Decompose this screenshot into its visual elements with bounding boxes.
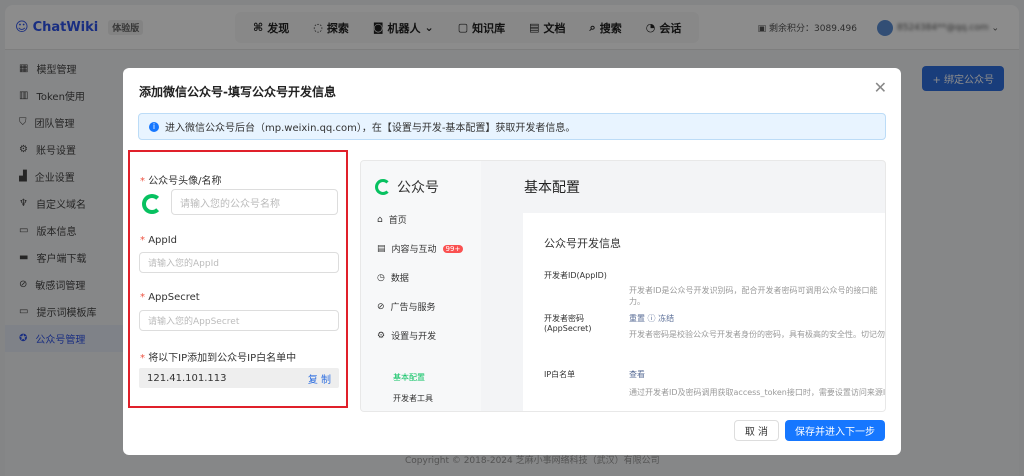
preview-brand: 公众号: [397, 180, 439, 196]
ip-field: 121.41.101.113 复 制: [139, 368, 339, 388]
preview-menu-item: 广告与服务: [390, 303, 436, 313]
preview-label: 开发者密码(AppSecret): [544, 314, 592, 333]
preview-menu-item: 设置与开发: [391, 332, 437, 342]
appid-label: AppId: [140, 235, 177, 246]
preview-menu-item: 数据: [390, 274, 409, 284]
name-label: 公众号头像/名称: [140, 172, 221, 187]
account-avatar-upload[interactable]: [142, 194, 162, 214]
close-icon[interactable]: ✕: [874, 78, 887, 97]
preview-link: 冻结: [658, 314, 675, 323]
wechat-mp-logo-icon: [375, 179, 391, 195]
preview-links: 重置 ⓘ 冻结: [629, 314, 675, 323]
cancel-button[interactable]: 取 消: [733, 420, 779, 441]
ip-label: 将以下IP添加到公众号IP白名单中: [140, 349, 296, 364]
preview-menu-item: 内容与互动: [391, 245, 437, 255]
settings-icon: ⚙: [377, 330, 386, 341]
preview-card: 公众号开发信息 开发者ID(AppID) 开发者ID是公众号开发识别码，配合开发…: [523, 213, 885, 411]
preview-desc: 开发者密码是校验公众号开发者身份的密码，具有极高的安全性。切记勿把密码: [629, 330, 886, 339]
preview-menu-item: 首页: [388, 216, 407, 226]
modal-title: 添加微信公众号-填写公众号开发信息: [139, 85, 336, 99]
account-name-input[interactable]: 请输入您的公众号名称: [171, 189, 338, 215]
data-icon: ◷: [377, 272, 385, 283]
ads-icon: ⊘: [377, 301, 385, 312]
preview-submenu-item: 基本配置: [393, 373, 425, 382]
appsecret-label: AppSecret: [140, 292, 200, 303]
alert-text: 进入微信公众号后台（mp.weixin.qq.com），在【设置与开发-基本配置…: [165, 123, 576, 134]
guide-screenshot: 公众号 ⌂ 首页 ▤ 内容与互动 99+ ◷ 数据 ⊘ 广告与服务 ⚙ 设置与开发 基本配置…: [360, 160, 886, 412]
copy-button[interactable]: 复 制: [308, 371, 331, 386]
add-account-modal: 添加微信公众号-填写公众号开发信息 ✕ i 进入微信公众号后台（mp.weixin…: [123, 68, 901, 455]
preview-label: 开发者ID(AppID): [544, 271, 607, 280]
preview-link: 重置: [629, 314, 645, 323]
preview-desc: 开发者ID是公众号开发识别码，配合开发者密码可调用公众号的接口能力。: [629, 286, 878, 306]
appid-input[interactable]: 请输入您的AppId: [139, 252, 339, 273]
preview-desc: 通过开发者ID及密码调用获取access_token接口时，需要设置访问来源IP…: [629, 388, 886, 397]
preview-title: 基本配置: [524, 180, 580, 196]
ip-value: 121.41.101.113: [147, 372, 227, 384]
notification-badge: 99+: [442, 244, 464, 253]
content-icon: ▤: [377, 243, 386, 254]
info-alert: i 进入微信公众号后台（mp.weixin.qq.com），在【设置与开发-基本配…: [138, 113, 886, 140]
appsecret-input[interactable]: 请输入您的AppSecret: [139, 310, 339, 331]
preview-submenu-item: 开发者工具: [393, 394, 433, 403]
home-icon: ⌂: [377, 214, 383, 225]
preview-card-title: 公众号开发信息: [544, 237, 621, 250]
info-icon: i: [149, 121, 159, 132]
preview-link: 查看: [629, 370, 645, 379]
account-form: 公众号头像/名称 请输入您的公众号名称 AppId 请输入您的AppId App…: [128, 150, 348, 408]
preview-label: IP白名单: [544, 370, 576, 379]
save-next-button[interactable]: 保存并进入下一步: [785, 420, 885, 441]
